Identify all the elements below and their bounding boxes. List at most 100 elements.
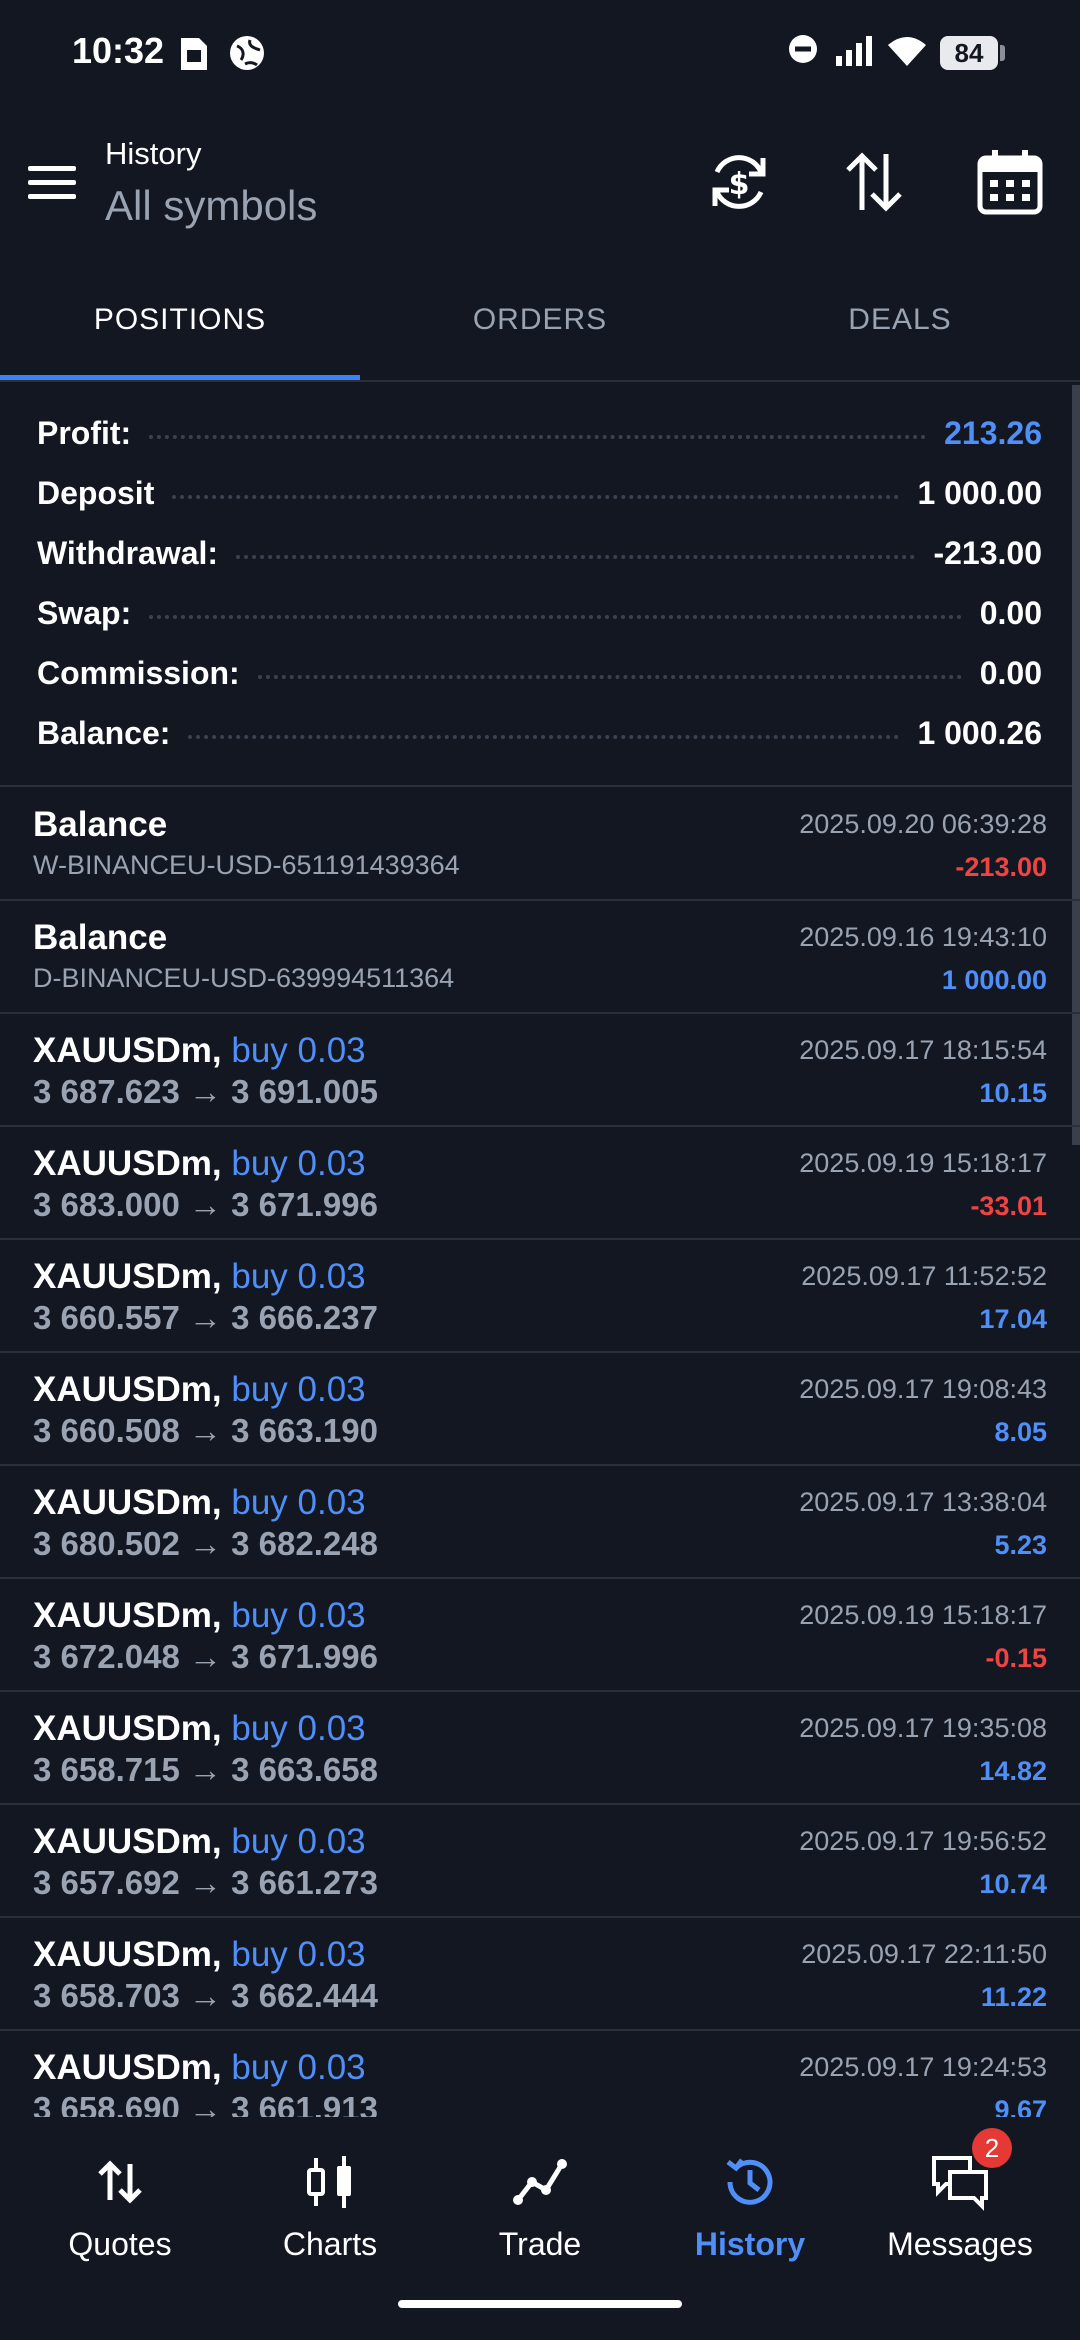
row-title: Balance — [33, 805, 168, 844]
status-bar: 10:32 84 — [0, 0, 1080, 110]
row-prices: 3 683.000 → 3 671.996 — [33, 1186, 378, 1223]
row-date: 2025.09.17 11:52:52 — [801, 1261, 1047, 1291]
hamburger-menu-icon[interactable] — [24, 154, 80, 210]
row-prices: 3 660.557 → 3 666.237 — [33, 1299, 378, 1336]
home-indicator[interactable] — [398, 2300, 682, 2308]
row-title: XAUUSDm, buy 0.03 — [33, 1483, 366, 1523]
withdrawal-label: Withdrawal: — [37, 534, 219, 571]
nav-messages[interactable]: Messages — [852, 2118, 1068, 2298]
nav-charts[interactable]: Charts — [222, 2118, 438, 2298]
symbol-name: XAUUSDm, — [33, 1257, 222, 1296]
summary-swap: Swap: 0.00 — [37, 583, 1042, 643]
row-profit: 5.23 — [994, 1530, 1047, 1560]
trade-direction: buy 0.03 — [231, 1935, 366, 1974]
trade-direction: buy 0.03 — [231, 1596, 366, 1635]
nav-label: History — [694, 2226, 806, 2262]
tab-positions[interactable]: POSITIONS — [0, 265, 360, 375]
row-profit: -33.01 — [970, 1191, 1047, 1221]
signal-icon — [836, 36, 872, 66]
dotted-leader — [257, 675, 962, 679]
battery-tip — [1000, 45, 1005, 61]
summary-commission: Commission: 0.00 — [37, 643, 1042, 703]
symbol-name: XAUUSDm, — [33, 1709, 222, 1748]
symbol-name: XAUUSDm, — [33, 2048, 222, 2087]
nav-label: Charts — [282, 2226, 378, 2262]
dotted-leader — [188, 735, 900, 739]
row-profit: -213.00 — [955, 852, 1047, 882]
list-item[interactable]: XAUUSDm, buy 0.03 3 683.000 → 3 671.996 … — [0, 1126, 1080, 1240]
row-title: XAUUSDm, buy 0.03 — [33, 1709, 366, 1749]
nav-label: Messages — [887, 2226, 1033, 2262]
row-date: 2025.09.17 13:38:04 — [799, 1487, 1047, 1517]
vpn-globe-icon — [230, 36, 264, 70]
symbol-name: XAUUSDm, — [33, 1935, 222, 1974]
row-title: XAUUSDm, buy 0.03 — [33, 1370, 366, 1410]
symbol-filter[interactable]: All symbols — [105, 182, 317, 230]
row-account-id: W-BINANCEU-USD-651191439364 — [33, 850, 460, 880]
list-item[interactable]: XAUUSDm, buy 0.03 3 672.048 → 3 671.996 … — [0, 1578, 1080, 1692]
row-title: XAUUSDm, buy 0.03 — [33, 1257, 366, 1297]
trade-direction: buy 0.03 — [231, 2048, 366, 2087]
dotted-leader — [149, 435, 927, 439]
row-profit: 8.05 — [994, 1417, 1047, 1447]
symbol-name: XAUUSDm, — [33, 1483, 222, 1522]
row-profit: 9.67 — [994, 2095, 1047, 2117]
row-date: 2025.09.17 19:08:43 — [799, 1374, 1047, 1404]
list-item[interactable]: XAUUSDm, buy 0.03 3 658.715 → 3 663.658 … — [0, 1691, 1080, 1805]
calendar-icon[interactable] — [974, 146, 1046, 218]
row-prices: 3 658.690 → 3 661.913 — [33, 2090, 378, 2117]
balance-value: 1 000.26 — [917, 714, 1042, 751]
tab-orders[interactable]: ORDERS — [360, 265, 720, 375]
row-prices: 3 660.508 → 3 663.190 — [33, 1412, 378, 1449]
list-item[interactable]: XAUUSDm, buy 0.03 3 658.690 → 3 661.913 … — [0, 2030, 1080, 2117]
row-date: 2025.09.20 06:39:28 — [799, 809, 1047, 839]
row-title: XAUUSDm, buy 0.03 — [33, 1031, 366, 1071]
sort-icon[interactable] — [838, 146, 910, 218]
row-date: 2025.09.17 18:15:54 — [799, 1035, 1047, 1065]
row-date: 2025.09.19 15:18:17 — [799, 1600, 1047, 1630]
row-prices: 3 657.692 → 3 661.273 — [33, 1864, 378, 1901]
trade-direction: buy 0.03 — [231, 1370, 366, 1409]
trade-direction: buy 0.03 — [231, 1709, 366, 1748]
withdrawal-value: -213.00 — [933, 534, 1042, 571]
currency-exchange-icon[interactable]: $ — [703, 146, 775, 218]
history-icon — [726, 2158, 773, 2205]
list-item[interactable]: Balance D-BINANCEU-USD-639994511364 2025… — [0, 900, 1080, 1014]
trade-direction: buy 0.03 — [231, 1483, 366, 1522]
list-item[interactable]: XAUUSDm, buy 0.03 3 660.508 → 3 663.190 … — [0, 1352, 1080, 1466]
list-item[interactable]: XAUUSDm, buy 0.03 3 658.703 → 3 662.444 … — [0, 1917, 1080, 2031]
row-profit: 11.22 — [980, 1982, 1047, 2012]
row-title: Balance — [33, 918, 168, 957]
quotes-icon — [98, 2160, 142, 2204]
row-profit: 10.15 — [979, 1078, 1047, 1108]
swap-value: 0.00 — [979, 594, 1042, 631]
row-prices: 3 672.048 → 3 671.996 — [33, 1638, 378, 1675]
list-item[interactable]: Balance W-BINANCEU-USD-651191439364 2025… — [0, 787, 1080, 901]
row-account-id: D-BINANCEU-USD-639994511364 — [33, 963, 455, 993]
row-profit: -0.15 — [985, 1643, 1047, 1673]
swap-label: Swap: — [37, 594, 132, 631]
list-item[interactable]: XAUUSDm, buy 0.03 3 680.502 → 3 682.248 … — [0, 1465, 1080, 1579]
row-prices: 3 680.502 → 3 682.248 — [33, 1525, 378, 1562]
row-date: 2025.09.17 19:24:53 — [799, 2052, 1047, 2082]
trade-icon — [513, 2159, 567, 2205]
row-title: XAUUSDm, buy 0.03 — [33, 1596, 366, 1636]
list-item[interactable]: XAUUSDm, buy 0.03 3 660.557 → 3 666.237 … — [0, 1239, 1080, 1353]
commission-value: 0.00 — [979, 654, 1042, 691]
nav-history[interactable]: History — [642, 2118, 858, 2298]
summary-profit: Profit: 213.26 — [37, 403, 1042, 463]
balance-label: Balance: — [37, 714, 171, 751]
nav-quotes[interactable]: Quotes — [12, 2118, 228, 2298]
list-item[interactable]: XAUUSDm, buy 0.03 3 657.692 → 3 661.273 … — [0, 1804, 1080, 1918]
positions-list: Balance W-BINANCEU-USD-651191439364 2025… — [0, 787, 1080, 2117]
row-title: XAUUSDm, buy 0.03 — [33, 1144, 366, 1184]
profit-value: 213.26 — [944, 414, 1042, 451]
list-item[interactable]: XAUUSDm, buy 0.03 3 687.623 → 3 691.005 … — [0, 1013, 1080, 1127]
symbol-name: XAUUSDm, — [33, 1822, 222, 1861]
summary-withdrawal: Withdrawal: -213.00 — [37, 523, 1042, 583]
nav-label: Trade — [498, 2226, 582, 2262]
nav-trade[interactable]: Trade — [432, 2118, 648, 2298]
tab-deals[interactable]: DEALS — [720, 265, 1080, 375]
trade-direction: buy 0.03 — [231, 1257, 366, 1296]
row-title: XAUUSDm, buy 0.03 — [33, 1935, 366, 1975]
